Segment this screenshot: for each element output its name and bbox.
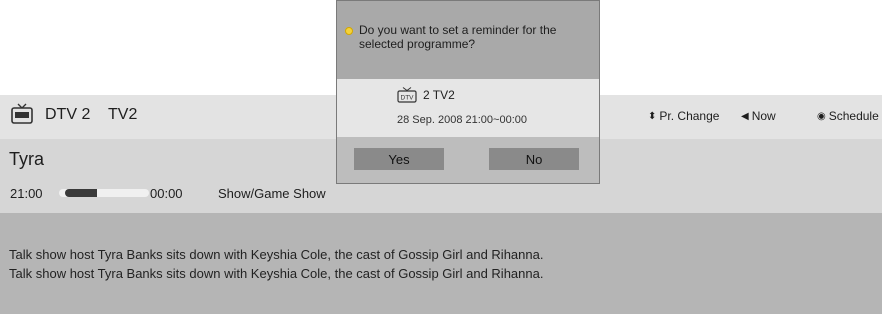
channel-number: DTV 2 xyxy=(45,106,91,123)
dialog-date-time: 28 Sep. 2008 21:00~00:00 xyxy=(397,114,527,126)
now-hint[interactable]: ◀ Now xyxy=(741,109,776,123)
now-label: Now xyxy=(751,109,776,123)
program-title: Tyra xyxy=(9,149,45,169)
ok-button-icon: ◉ xyxy=(817,110,826,122)
dialog-channel: 2 TV2 xyxy=(423,88,455,102)
svg-text:DTV: DTV xyxy=(401,95,415,102)
description-panel: Talk show host Tyra Banks sits down with… xyxy=(0,213,882,314)
dtv-icon: DTV xyxy=(397,87,417,103)
description-line: Talk show host Tyra Banks sits down with… xyxy=(9,247,544,262)
dialog-message: Do you want to set a reminder for the se… xyxy=(359,23,557,51)
schedule-label: Schedule xyxy=(828,109,879,123)
reminder-dialog: Do you want to set a reminder for the se… xyxy=(336,0,600,184)
info-icon xyxy=(345,27,353,35)
program-progress-bar xyxy=(59,189,149,197)
description-line: Talk show host Tyra Banks sits down with… xyxy=(9,266,544,281)
start-time: 21:00 xyxy=(10,186,43,201)
dialog-programme-info: DTV 2 TV2 28 Sep. 2008 21:00~00:00 xyxy=(337,79,599,137)
end-time: 00:00 xyxy=(150,186,183,201)
dialog-message-area: Do you want to set a reminder for the se… xyxy=(337,1,599,79)
dialog-button-area: Yes No xyxy=(337,137,599,183)
progress-fill xyxy=(65,189,97,197)
pr-change-hint[interactable]: ⬍ Pr. Change xyxy=(648,109,719,123)
left-arrow-icon: ◀ xyxy=(741,110,749,122)
genre-label: Show/Game Show xyxy=(218,186,326,201)
schedule-hint[interactable]: ◉ Schedule xyxy=(817,109,879,123)
pr-change-label: Pr. Change xyxy=(659,109,720,123)
no-button[interactable]: No xyxy=(489,148,579,170)
channel-name: TV2 xyxy=(108,106,138,123)
tv-icon xyxy=(11,103,33,124)
yes-button[interactable]: Yes xyxy=(354,148,444,170)
tv-guide-screen: DTV 2 TV2 ⬍ Pr. Change ◀ Now ◉ Schedule … xyxy=(0,0,882,314)
up-down-arrow-icon: ⬍ xyxy=(648,110,657,122)
